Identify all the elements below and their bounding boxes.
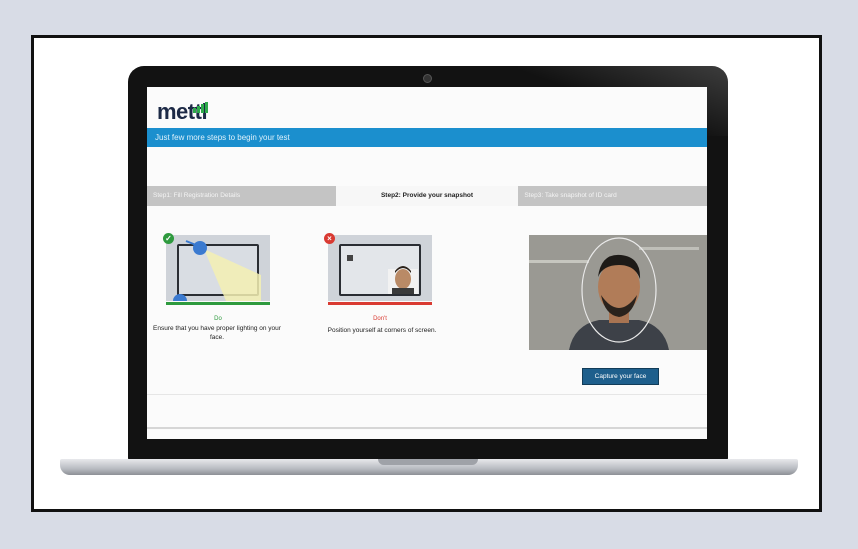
- do-underline: [166, 302, 270, 305]
- face-in-corner-icon: [347, 255, 418, 294]
- lamp-icon: [173, 240, 261, 301]
- dont-caption: Position yourself at corners of screen.: [327, 327, 437, 334]
- do-illustration: [166, 235, 270, 305]
- laptop-screen: mettl Just few more steps to begin your …: [147, 87, 707, 439]
- step-tabs: Step1: Fill Registration Details Step2: …: [147, 186, 707, 206]
- info-banner: Just few more steps to begin your test: [147, 128, 707, 147]
- dont-underline: [328, 302, 432, 305]
- check-icon: ✓: [163, 233, 174, 244]
- laptop-notch: [378, 459, 478, 465]
- capture-face-button[interactable]: Capture your face: [582, 368, 659, 385]
- do-caption: Ensure that you have proper lighting on …: [153, 325, 281, 341]
- logo-bars-icon: [193, 95, 209, 113]
- do-title: Do: [214, 316, 222, 322]
- footer-strip: [147, 427, 707, 429]
- tab-step2[interactable]: Step2: Provide your snapshot: [335, 186, 519, 206]
- tab-step3[interactable]: Step3: Take snapshot of ID card: [518, 186, 707, 206]
- dont-illustration: [328, 235, 432, 305]
- webcam-lens-icon: [423, 74, 432, 83]
- cross-icon: ×: [324, 233, 335, 244]
- person-photo: [529, 235, 707, 350]
- webcam-preview: [529, 235, 707, 350]
- banner-text: Just few more steps to begin your test: [155, 133, 290, 142]
- divider: [147, 394, 707, 395]
- dont-title: Don't: [373, 316, 387, 322]
- tab-step1[interactable]: Step1: Fill Registration Details: [147, 186, 336, 206]
